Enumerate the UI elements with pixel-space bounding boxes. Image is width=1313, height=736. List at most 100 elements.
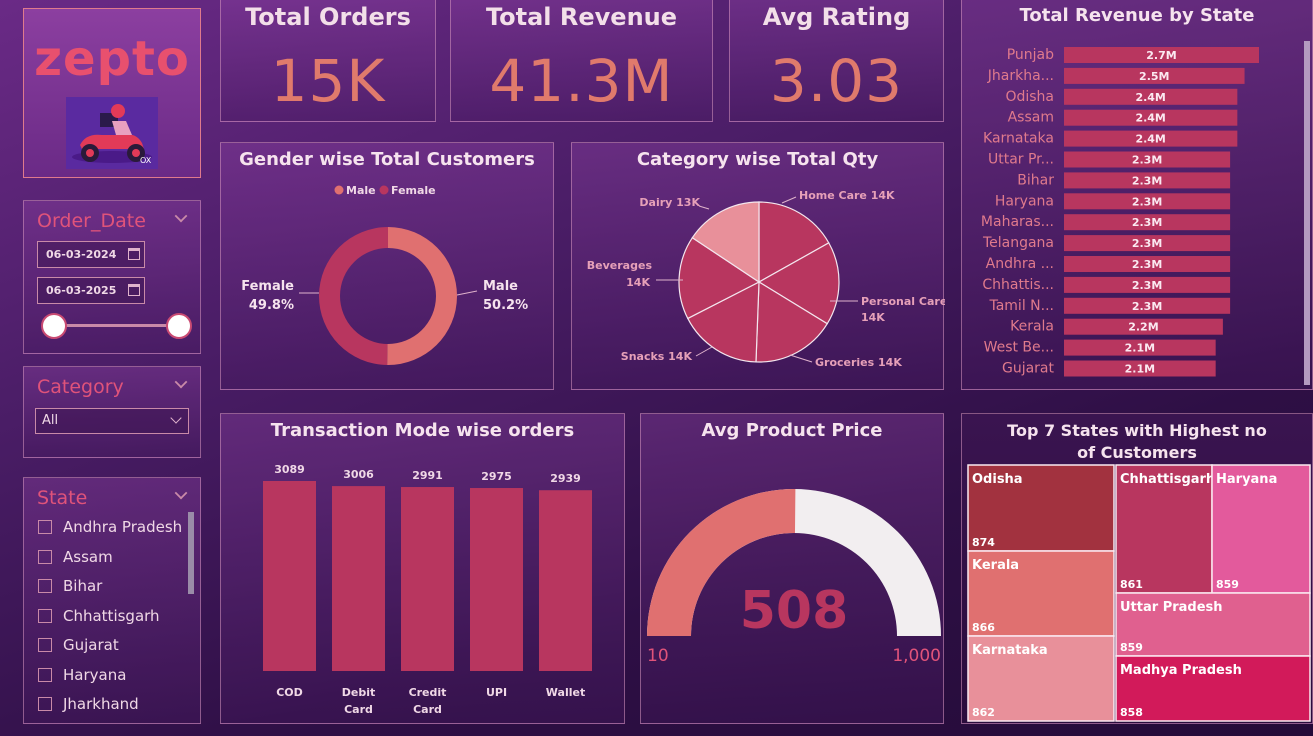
transaction-mode-panel: Transaction Mode wise orders 3089 COD 3006…	[220, 413, 625, 724]
treemap-tile-value: 862	[972, 706, 995, 719]
bar-data-label: 2.7M	[1146, 49, 1176, 62]
donut-slice-female	[319, 227, 388, 365]
transaction-bar	[263, 481, 316, 671]
data-label: Personal Care	[861, 295, 945, 308]
treemap-tile-label: Karnataka	[972, 643, 1048, 658]
state-category-label: Odisha	[1005, 89, 1054, 105]
treemap-tile-value: 866	[972, 621, 995, 634]
kpi-title: Total Revenue	[485, 3, 678, 31]
treemap-tile-label: Kerala	[972, 558, 1019, 573]
range-end-handle[interactable]	[166, 313, 192, 339]
state-list-scrollbar[interactable]	[188, 512, 194, 594]
state-option[interactable]: Jharkhand	[38, 695, 139, 713]
transaction-bar	[470, 488, 523, 671]
bar-data-label: 2939	[550, 472, 581, 485]
state-option-label: Andhra Pradesh	[63, 518, 183, 536]
state-option[interactable]: Andhra Pradesh	[38, 518, 182, 536]
state-category-label: Andhra ...	[986, 256, 1054, 272]
state-category-label: Kerala	[1010, 319, 1054, 335]
treemap-tile-value: 874	[972, 536, 995, 549]
order-date-slicer[interactable]: Order_Date 06-03-2024 06-03-2025	[23, 200, 201, 354]
top-states-treemap: Odisha 874 Kerala 866 Karnataka 862 Chhattisga…	[967, 464, 1311, 722]
checkbox[interactable]	[38, 668, 52, 682]
kpi-title: Total Orders	[245, 3, 411, 31]
checkbox[interactable]	[38, 638, 52, 652]
end-date-input[interactable]: 06-03-2025	[37, 277, 145, 304]
chevron-down-icon[interactable]	[174, 486, 188, 500]
chevron-down-icon[interactable]	[170, 412, 182, 424]
gauge-min-label: 10	[647, 646, 669, 666]
legend-marker	[379, 185, 389, 195]
state-category-label: Uttar Pr...	[988, 152, 1054, 168]
data-label-value: 49.8%	[249, 298, 294, 313]
top-states-panel: Top 7 States with Highest no of Customer…	[961, 413, 1313, 724]
gender-chart-panel: Gender wise Total Customers Male Female Ma…	[220, 142, 554, 390]
kpi-total-orders: Total Orders 15K	[220, 0, 436, 122]
state-option[interactable]: Haryana	[38, 666, 126, 684]
legend-marker	[334, 185, 344, 195]
data-label-name: Male	[483, 279, 518, 294]
avg-price-panel: Avg Product Price 508 10 1,000	[640, 413, 944, 724]
kpi-total-revenue: Total Revenue 41.3M	[450, 0, 713, 122]
checkbox[interactable]	[38, 609, 52, 623]
end-date-value: 06-03-2025	[46, 284, 117, 297]
state-category-label: Punjab	[1007, 47, 1054, 63]
logo-panel: zepto OX	[23, 8, 201, 178]
x-tick-label: Wallet	[546, 686, 585, 699]
bar-data-label: 2.3M	[1132, 195, 1162, 208]
x-tick-label: Card	[344, 703, 373, 716]
state-category-label: Haryana	[995, 193, 1054, 209]
treemap-tile-label: Haryana	[1216, 472, 1277, 487]
state-category-label: Maharas...	[981, 214, 1054, 230]
state-option[interactable]: Gujarat	[38, 636, 119, 654]
date-range-track	[54, 324, 178, 327]
state-category-label: Telangana	[982, 235, 1054, 251]
avg-price-gauge: 508 10 1,000	[647, 488, 941, 666]
state-option[interactable]: Chhattisgarh	[38, 607, 160, 625]
data-label-name: Female	[241, 279, 294, 294]
treemap-tile-label: Chhattisgarh	[1120, 472, 1215, 487]
bar-data-label: 2975	[481, 470, 512, 483]
checkbox[interactable]	[38, 579, 52, 593]
calendar-icon[interactable]	[128, 284, 140, 296]
x-tick-label: COD	[276, 686, 303, 699]
svg-text:OX: OX	[140, 156, 152, 165]
checkbox[interactable]	[38, 550, 52, 564]
state-option[interactable]: Assam	[38, 548, 113, 566]
category-selected-value: All	[42, 413, 59, 428]
leader-line	[789, 354, 813, 363]
bar-data-label: 2.5M	[1139, 70, 1169, 83]
category-dropdown[interactable]: All	[35, 408, 189, 434]
bar-data-label: 2.1M	[1125, 363, 1155, 376]
state-slicer[interactable]: State Andhra Pradesh Assam Bihar Chhatti…	[23, 477, 201, 724]
legend-label: Male	[346, 184, 376, 197]
slicer-title: Category	[37, 376, 124, 398]
x-tick-label: UPI	[486, 686, 507, 699]
bar-data-label: 2.3M	[1132, 174, 1162, 187]
calendar-icon[interactable]	[128, 248, 140, 260]
start-date-input[interactable]: 06-03-2024	[37, 241, 145, 268]
chevron-down-icon[interactable]	[174, 375, 188, 389]
checkbox[interactable]	[38, 697, 52, 711]
state-option[interactable]: Bihar	[38, 577, 102, 595]
range-start-handle[interactable]	[41, 313, 67, 339]
chevron-down-icon[interactable]	[174, 209, 188, 223]
x-tick-label: Debit	[342, 686, 376, 699]
treemap-tile-value: 859	[1120, 641, 1143, 654]
data-label: Beverages	[587, 259, 653, 272]
bar-data-label: 2.4M	[1135, 91, 1165, 104]
state-category-label: Jharkha...	[987, 68, 1054, 84]
zepto-logo: zepto	[34, 31, 190, 87]
bar-data-label: 3089	[274, 463, 305, 476]
donut-slice-male	[387, 227, 458, 365]
bar-data-label: 2.3M	[1132, 154, 1162, 167]
category-slicer[interactable]: Category All	[23, 366, 201, 458]
kpi-value: 15K	[270, 47, 386, 115]
leader-line	[781, 196, 797, 204]
data-label: Dairy 13K	[639, 196, 700, 209]
checkbox[interactable]	[38, 520, 52, 534]
chart-scrollbar[interactable]	[1304, 41, 1310, 385]
start-date-value: 06-03-2024	[46, 248, 117, 261]
bar-data-label: 2.3M	[1132, 237, 1162, 250]
bar-data-label: 2.3M	[1132, 300, 1162, 313]
